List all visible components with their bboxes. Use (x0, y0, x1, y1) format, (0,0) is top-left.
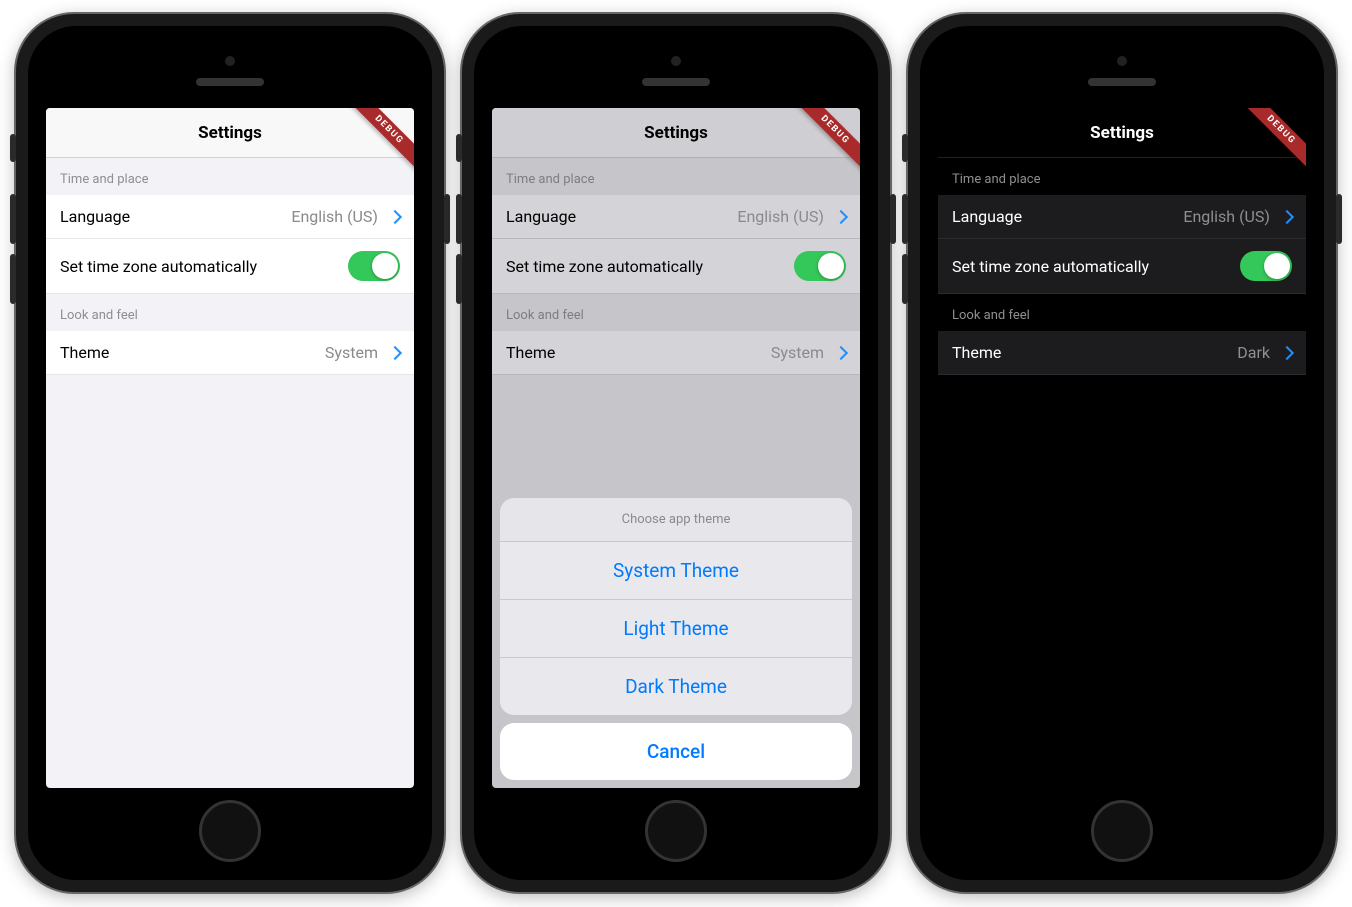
screen-light: Settings DEBUG Time and place Language E… (46, 108, 414, 788)
home-button (1091, 800, 1153, 862)
navbar: Settings (938, 108, 1306, 158)
section-look-feel: Look and feel (938, 294, 1306, 331)
row-timezone[interactable]: Set time zone automatically (46, 239, 414, 294)
timezone-toggle[interactable] (1240, 251, 1292, 281)
section-time-place: Time and place (492, 158, 860, 195)
sheet-option-system[interactable]: System Theme (500, 542, 852, 600)
row-theme[interactable]: Theme System (46, 331, 414, 375)
screen-dimmed: Settings DEBUG Time and place Language E… (492, 108, 860, 788)
theme-label: Theme (506, 343, 763, 362)
theme-value: Dark (1237, 343, 1270, 362)
toggle-knob (372, 253, 398, 279)
volume-up-button (902, 194, 908, 244)
row-theme[interactable]: Theme Dark (938, 331, 1306, 375)
front-camera (671, 56, 681, 66)
navbar-title: Settings (644, 123, 708, 143)
home-button (645, 800, 707, 862)
volume-down-button (456, 254, 462, 304)
chevron-right-icon (834, 209, 848, 223)
row-timezone[interactable]: Set time zone automatically (492, 239, 860, 294)
row-timezone[interactable]: Set time zone automatically (938, 239, 1306, 294)
language-label: Language (506, 207, 729, 226)
theme-value: System (771, 343, 824, 362)
screen-dark: Settings DEBUG Time and place Language E… (938, 108, 1306, 788)
timezone-toggle[interactable] (794, 251, 846, 281)
earpiece-speaker (1088, 78, 1156, 86)
phone-frame-dark: Settings DEBUG Time and place Language E… (908, 14, 1336, 892)
timezone-label: Set time zone automatically (506, 257, 786, 276)
timezone-label: Set time zone automatically (952, 257, 1232, 276)
section-time-place: Time and place (938, 158, 1306, 195)
row-language[interactable]: Language English (US) (938, 195, 1306, 239)
navbar-title: Settings (1090, 123, 1154, 143)
front-camera (225, 56, 235, 66)
earpiece-speaker (196, 78, 264, 86)
navbar-title: Settings (198, 123, 262, 143)
timezone-label: Set time zone automatically (60, 257, 340, 276)
chevron-right-icon (1280, 209, 1294, 223)
sheet-title: Choose app theme (500, 498, 852, 542)
earpiece-speaker (642, 78, 710, 86)
chevron-right-icon (834, 345, 848, 359)
section-look-feel: Look and feel (46, 294, 414, 331)
volume-down-button (902, 254, 908, 304)
power-button (890, 194, 896, 244)
chevron-right-icon (1280, 345, 1294, 359)
row-language[interactable]: Language English (US) (46, 195, 414, 239)
theme-action-sheet: Choose app theme System Theme Light Them… (500, 498, 852, 780)
navbar: Settings (492, 108, 860, 158)
theme-label: Theme (60, 343, 317, 362)
mute-switch (456, 134, 462, 162)
row-theme[interactable]: Theme System (492, 331, 860, 375)
power-button (1336, 194, 1342, 244)
section-look-feel: Look and feel (492, 294, 860, 331)
phone-frame-sheet: Settings DEBUG Time and place Language E… (462, 14, 890, 892)
chevron-right-icon (388, 209, 402, 223)
timezone-toggle[interactable] (348, 251, 400, 281)
toggle-knob (1264, 253, 1290, 279)
volume-up-button (10, 194, 16, 244)
row-language[interactable]: Language English (US) (492, 195, 860, 239)
home-button (199, 800, 261, 862)
sheet-option-light[interactable]: Light Theme (500, 600, 852, 658)
language-value: English (US) (1183, 207, 1270, 226)
language-label: Language (60, 207, 283, 226)
volume-up-button (456, 194, 462, 244)
chevron-right-icon (388, 345, 402, 359)
power-button (444, 194, 450, 244)
mute-switch (10, 134, 16, 162)
theme-label: Theme (952, 343, 1229, 362)
section-time-place: Time and place (46, 158, 414, 195)
toggle-knob (818, 253, 844, 279)
mute-switch (902, 134, 908, 162)
language-label: Language (952, 207, 1175, 226)
language-value: English (US) (737, 207, 824, 226)
sheet-option-dark[interactable]: Dark Theme (500, 658, 852, 715)
navbar: Settings (46, 108, 414, 158)
theme-value: System (325, 343, 378, 362)
volume-down-button (10, 254, 16, 304)
sheet-options-group: Choose app theme System Theme Light Them… (500, 498, 852, 715)
phone-frame-light: Settings DEBUG Time and place Language E… (16, 14, 444, 892)
sheet-cancel[interactable]: Cancel (500, 723, 852, 780)
language-value: English (US) (291, 207, 378, 226)
front-camera (1117, 56, 1127, 66)
